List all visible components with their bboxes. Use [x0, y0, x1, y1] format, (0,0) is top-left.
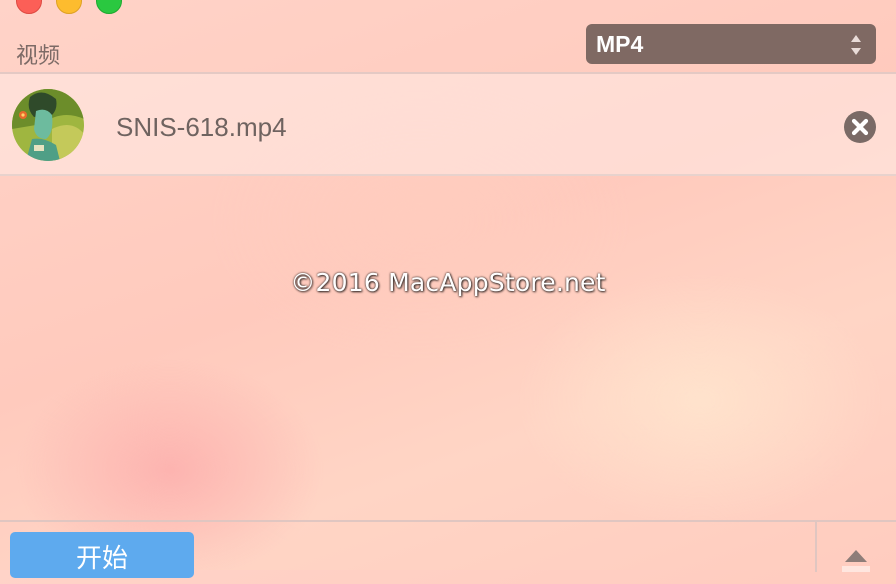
watermark: ©2016 MacAppStore.net	[290, 268, 606, 297]
file-name: SNIS-618.mp4	[116, 112, 287, 142]
close-circle-icon[interactable]	[843, 110, 877, 144]
section-label: 视频	[16, 43, 61, 68]
file-row[interactable]: SNIS-618.mp4	[0, 74, 896, 176]
header: 视频 MP4	[0, 0, 896, 74]
up-down-arrows-icon	[851, 35, 861, 55]
triangle-up-icon[interactable]	[836, 542, 876, 572]
format-select-value: MP4	[596, 31, 644, 57]
video-thumbnail	[12, 89, 84, 161]
footer-divider	[815, 522, 817, 572]
footer: 开始	[0, 520, 896, 578]
format-select[interactable]: MP4	[586, 24, 876, 64]
start-button[interactable]: 开始	[10, 532, 194, 578]
